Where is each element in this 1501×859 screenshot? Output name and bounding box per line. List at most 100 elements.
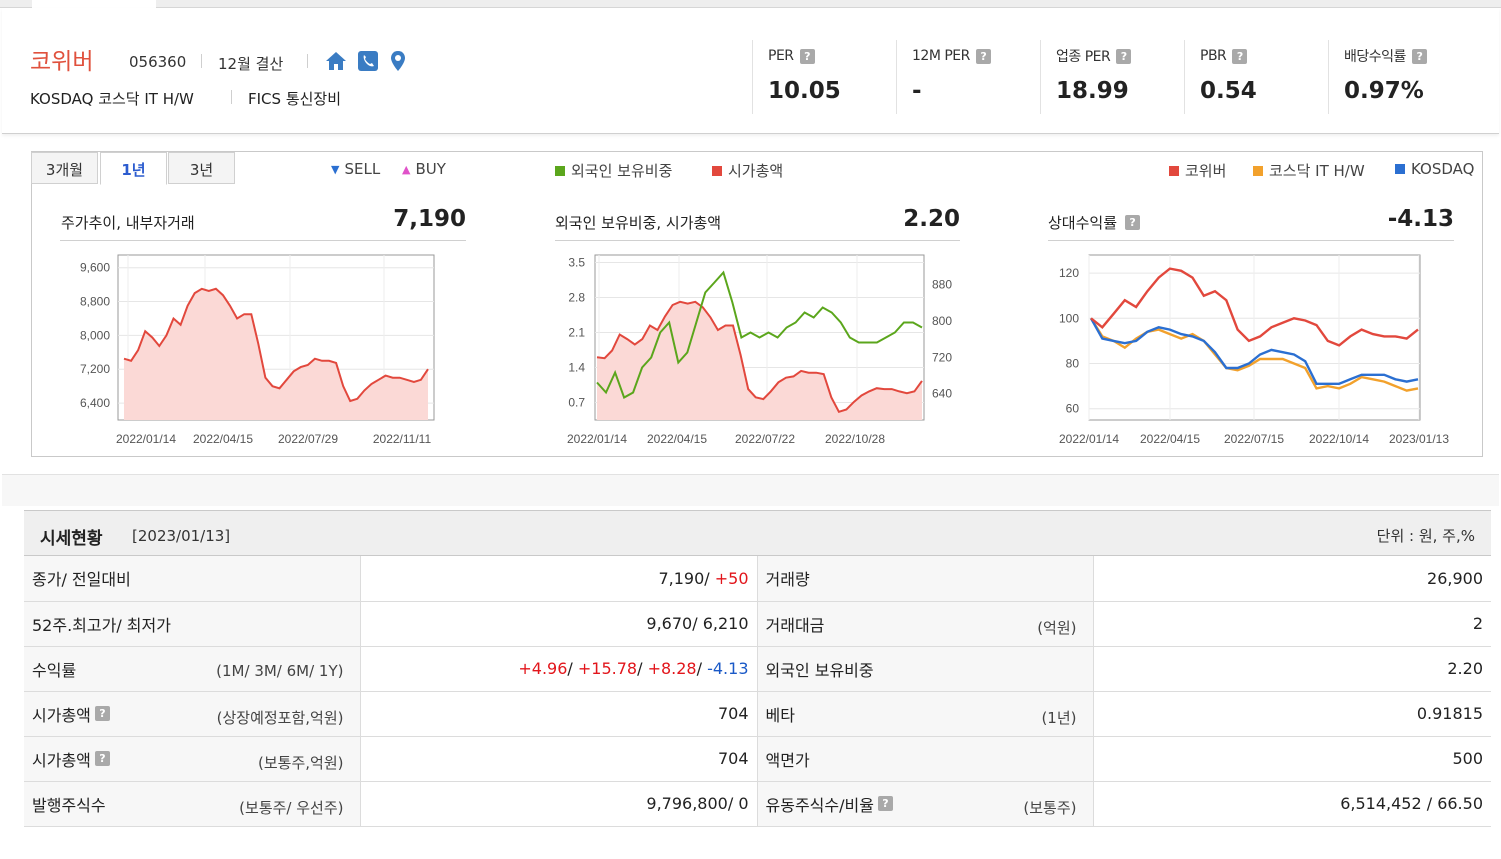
return-1y: -4.13 bbox=[707, 659, 749, 678]
help-icon[interactable]: ? bbox=[94, 706, 110, 721]
y-tick-label: 8,000 bbox=[80, 328, 110, 342]
metric-value: 18.99 bbox=[1056, 78, 1129, 104]
legend-label: 코스닥 IT H/W bbox=[1269, 162, 1365, 180]
y-tick-label: 80 bbox=[1066, 356, 1080, 370]
legend-label: 코위버 bbox=[1185, 162, 1227, 180]
quote-unit: 단위 : 원, 주,% bbox=[1376, 527, 1475, 545]
panel-title-text: 상대수익률 bbox=[1048, 214, 1118, 232]
legend-swatch bbox=[1253, 165, 1263, 176]
y-tick-label: 9,600 bbox=[80, 261, 110, 275]
help-icon[interactable]: ? bbox=[799, 48, 815, 64]
home-icon[interactable] bbox=[325, 50, 347, 72]
legend-swatch bbox=[712, 165, 722, 176]
row-label: 액면가 bbox=[757, 736, 1094, 782]
divider bbox=[231, 90, 232, 104]
metric-label: 12M PER bbox=[912, 48, 970, 64]
help-icon[interactable]: ? bbox=[1232, 48, 1248, 64]
legend-index: KOSDAQ bbox=[1395, 160, 1474, 178]
x-tick-label: 2022/10/28 bbox=[825, 432, 885, 446]
row-value: 704 bbox=[360, 736, 758, 782]
row-value: 26,900 bbox=[1093, 556, 1491, 602]
row-label: 시가총액? (상장예정포함,억원) bbox=[24, 691, 361, 737]
row-sublabel: (억원) bbox=[1037, 618, 1077, 637]
row-value: 0.91815 bbox=[1093, 691, 1491, 737]
legend-swatch bbox=[555, 165, 565, 176]
row-value: 500 bbox=[1093, 736, 1491, 782]
x-tick-label: 2022/07/29 bbox=[278, 432, 338, 446]
help-icon[interactable]: ? bbox=[975, 48, 991, 64]
row-label-text: 종가/ 전일대비 bbox=[32, 570, 131, 590]
row-label: 52주.최고가/ 최저가 bbox=[24, 601, 361, 647]
panel-value-price: 7,190 bbox=[393, 206, 466, 232]
row-value: 2 bbox=[1093, 601, 1491, 647]
top-tab-active[interactable] bbox=[32, 0, 156, 8]
row-label: 수익률 (1M/ 3M/ 6M/ 1Y) bbox=[24, 646, 361, 692]
metric-label: 업종 PER bbox=[1056, 49, 1111, 65]
location-pin-icon[interactable] bbox=[387, 50, 409, 72]
help-icon[interactable]: ? bbox=[1411, 48, 1427, 64]
metric-per: PER? 10.05 bbox=[752, 40, 896, 114]
row-label: 발행주식수 (보통주/ 우선주) bbox=[24, 781, 361, 827]
y-tick-label: 120 bbox=[1059, 266, 1079, 280]
legend-company: 코위버 bbox=[1169, 160, 1226, 181]
table-row: 발행주식수 (보통주/ 우선주) 9,796,800/ 0 유동주식수/비율? (보… bbox=[24, 781, 1491, 827]
panel-value-foreign: 2.20 bbox=[903, 206, 960, 232]
row-label: 종가/ 전일대비 bbox=[24, 556, 361, 602]
metric-value: 0.97% bbox=[1344, 78, 1424, 104]
x-tick-label: 2022/07/22 bbox=[735, 432, 795, 446]
y-tick-label: 6,400 bbox=[80, 396, 110, 410]
table-row: 시가총액? (보통주,억원) 704 액면가 500 bbox=[24, 736, 1491, 782]
legend-sector: 코스닥 IT H/W bbox=[1253, 160, 1365, 181]
divider bbox=[307, 54, 308, 68]
phone-icon[interactable] bbox=[357, 50, 379, 72]
panel-title-relative: 상대수익률? bbox=[1048, 212, 1141, 233]
help-icon[interactable]: ? bbox=[1116, 48, 1132, 64]
legend-swatch bbox=[1395, 164, 1405, 174]
help-icon[interactable]: ? bbox=[877, 796, 893, 811]
help-icon[interactable]: ? bbox=[94, 751, 110, 766]
y-tick-label-left: 2.1 bbox=[568, 326, 585, 340]
x-tick-label: 2022/11/11 bbox=[373, 432, 432, 446]
x-tick-label: 2023/01/13 bbox=[1389, 432, 1449, 446]
return-3m: +15.78 bbox=[577, 659, 638, 678]
row-label: 거래량 bbox=[757, 556, 1094, 602]
row-label: 거래대금 (억원) bbox=[757, 601, 1094, 647]
x-tick-label: 2022/10/14 bbox=[1309, 432, 1369, 446]
row-label-text: 발행주식수 bbox=[32, 795, 106, 815]
row-label-text: 액면가 bbox=[765, 750, 810, 770]
y-tick-label-right: 800 bbox=[932, 314, 952, 328]
metric-value: 10.05 bbox=[768, 78, 841, 104]
tab-3-years[interactable]: 3년 bbox=[168, 152, 235, 184]
table-row: 수익률 (1M/ 3M/ 6M/ 1Y) +4.96/ +15.78/ +8.28… bbox=[24, 646, 1491, 692]
fics-classification: FICS 통신장비 bbox=[248, 90, 342, 108]
divider bbox=[201, 54, 202, 68]
quote-title: 시세현황 bbox=[40, 529, 103, 549]
row-value: 2.20 bbox=[1093, 646, 1491, 692]
legend-swatch bbox=[1169, 165, 1179, 176]
company-name: 코위버 bbox=[30, 49, 94, 75]
row-label-text: 거래량 bbox=[765, 570, 810, 590]
row-sublabel: (보통주/ 우선주) bbox=[239, 798, 344, 817]
divider bbox=[555, 240, 960, 241]
metric-dividend-yield: 배당수익률? 0.97% bbox=[1328, 40, 1488, 114]
x-tick-label: 2022/04/15 bbox=[193, 432, 253, 446]
x-tick-label: 2022/07/15 bbox=[1224, 432, 1284, 446]
row-label-text: 거래대금 bbox=[765, 615, 825, 635]
metric-value: - bbox=[912, 78, 922, 104]
triangle-up-icon: ▲ bbox=[402, 162, 411, 176]
legend-label: SELL bbox=[344, 160, 381, 178]
company-header: 코위버 056360 12월 결산 KOSDAQ 코스닥 IT H/W FICS… bbox=[2, 8, 1499, 134]
table-row: 종가/ 전일대비 7,190/ +50 거래량 26,900 bbox=[24, 556, 1491, 602]
row-label-text: 52주.최고가/ 최저가 bbox=[32, 615, 171, 635]
tab-1-year[interactable]: 1년 bbox=[100, 152, 167, 185]
row-value: +4.96/ +15.78/ +8.28/ -4.13 bbox=[360, 646, 758, 692]
relative-return-chart: 120 100 80 60 2022/01/14 2022/04/15 2022/07/15… bbox=[1059, 254, 1449, 446]
row-label: 외국인 보유비중 bbox=[757, 646, 1094, 692]
panel-title-foreign: 외국인 보유비중, 시가총액 bbox=[555, 214, 722, 232]
tab-3-months[interactable]: 3개월 bbox=[31, 152, 98, 184]
top-tab-strip bbox=[0, 0, 1501, 8]
panel-value-relative: -4.13 bbox=[1387, 206, 1454, 232]
help-icon[interactable]: ? bbox=[1125, 215, 1141, 230]
legend-foreign: 외국인 보유비중 bbox=[555, 160, 672, 181]
legend-label: 시가총액 bbox=[728, 162, 784, 180]
